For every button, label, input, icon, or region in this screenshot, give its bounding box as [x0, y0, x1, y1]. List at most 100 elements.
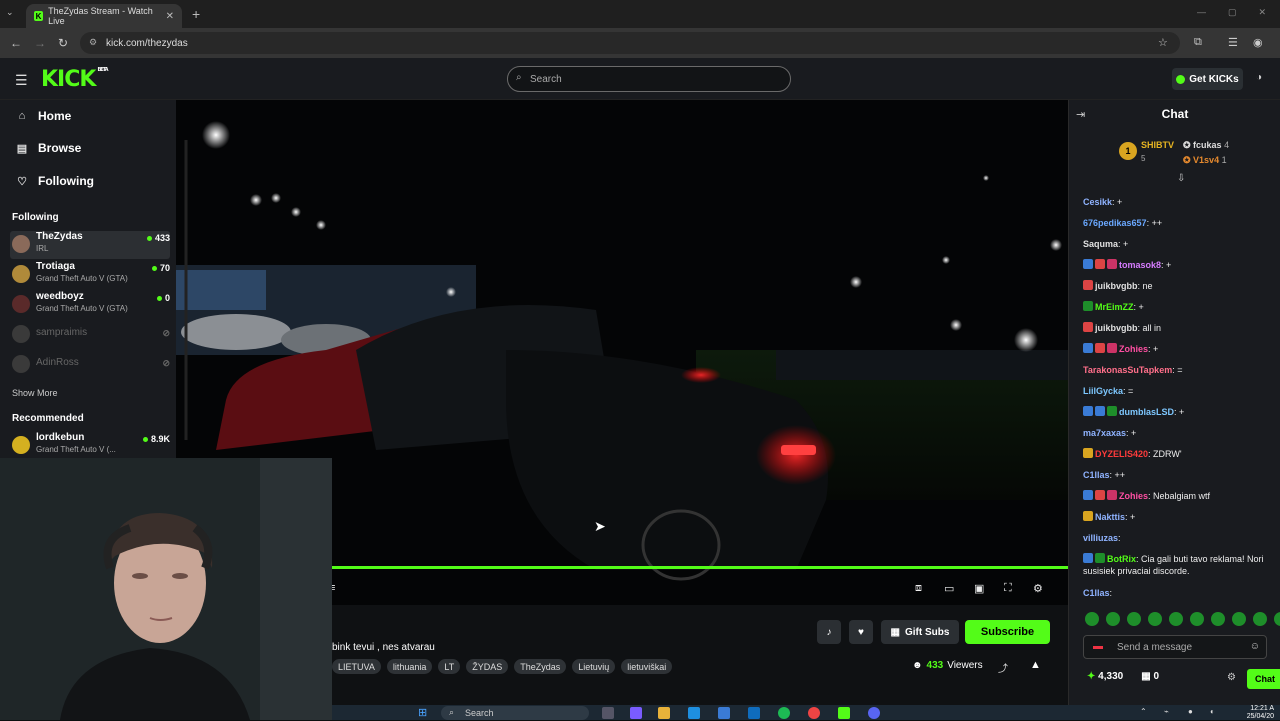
menu-icon[interactable]: ☰: [1228, 36, 1238, 49]
channel-sampraimis[interactable]: sampraimis ⊘: [10, 321, 170, 349]
chat-username[interactable]: LiilGycka: [1083, 386, 1123, 396]
task-view-icon[interactable]: [602, 707, 614, 719]
nav-browse[interactable]: ▤ Browse: [16, 141, 82, 155]
emote-icon[interactable]: [1253, 612, 1267, 626]
minimize-icon[interactable]: —: [1197, 7, 1206, 18]
chat-username[interactable]: tomasok8: [1119, 260, 1161, 270]
taskbar-search[interactable]: ⌕ Search: [441, 706, 589, 720]
channel-points[interactable]: ✦ 4,330: [1087, 671, 1123, 682]
network-icon[interactable]: ⌁: [1164, 707, 1169, 716]
channel-lordkebun[interactable]: lordkebun Grand Theft Auto V (... 8.9K: [10, 432, 170, 460]
search-input[interactable]: ⌕ Search: [507, 66, 791, 92]
kick-logo[interactable]: KICK BETA: [41, 67, 109, 92]
pip-icon[interactable]: ▣: [974, 582, 984, 595]
reload-icon[interactable]: ↻: [58, 36, 68, 50]
close-tab-icon[interactable]: ✕: [166, 11, 174, 22]
channel-trotiaga[interactable]: Trotiaga Grand Theft Auto V (GTA) 70: [10, 261, 170, 289]
channel-adinross[interactable]: AdinRoss ⊘: [10, 351, 170, 379]
chat-username[interactable]: Nakttis: [1095, 512, 1125, 522]
nav-following[interactable]: ♡ Following: [16, 174, 94, 188]
chat-username[interactable]: C1llas: [1083, 588, 1110, 598]
emote-icon[interactable]: [1106, 612, 1120, 626]
hamburger-menu-icon[interactable]: ☰: [15, 72, 28, 89]
send-chat-button[interactable]: Chat: [1247, 669, 1280, 689]
chat-input[interactable]: ▬ Send a message ☺: [1083, 635, 1267, 659]
tag[interactable]: LT: [438, 659, 461, 674]
chat-username[interactable]: MrEimZZ: [1095, 302, 1134, 312]
theater-icon[interactable]: ▭: [944, 582, 954, 595]
emote-icon[interactable]: [1169, 612, 1183, 626]
chat-username[interactable]: Cesikk: [1083, 197, 1112, 207]
chat-username[interactable]: C1llas: [1083, 470, 1110, 480]
chat-username[interactable]: juikbvgbb: [1095, 281, 1138, 291]
chat-username[interactable]: juikbvgbb: [1095, 323, 1138, 333]
tag[interactable]: ŽYDAS: [466, 659, 509, 674]
volume-icon[interactable]: ◐: [1210, 707, 1215, 716]
emote-icon[interactable]: [1232, 612, 1246, 626]
new-tab-button[interactable]: +: [192, 6, 200, 22]
share-icon[interactable]: ⤴: [998, 660, 1008, 675]
browser-tab[interactable]: K TheZydas Stream - Watch Live ✕: [26, 4, 182, 28]
nav-home[interactable]: ⌂ Home: [16, 109, 72, 123]
clip-icon[interactable]: ⧈: [915, 582, 922, 595]
forward-icon[interactable]: →: [34, 36, 46, 50]
spotify-icon[interactable]: [778, 707, 790, 719]
store-icon[interactable]: [718, 707, 730, 719]
user-menu-icon[interactable]: ◑: [1256, 72, 1262, 83]
chat-settings-icon[interactable]: ⚙: [1227, 672, 1236, 683]
chat-username[interactable]: DYZELIS420: [1095, 449, 1148, 459]
chat-username[interactable]: villiuzas: [1083, 533, 1118, 543]
emote-icon[interactable]: [1274, 612, 1280, 626]
tag[interactable]: lietuviškai: [621, 659, 673, 674]
tray-overflow-icon[interactable]: ⌃: [1140, 707, 1147, 716]
expand-leaderboard-icon[interactable]: ⇩: [1177, 173, 1185, 184]
subscribe-button[interactable]: Subscribe: [965, 620, 1050, 644]
profile-icon[interactable]: ◉: [1253, 36, 1263, 49]
file-explorer-icon[interactable]: [658, 707, 670, 719]
url-field[interactable]: ⚙ kick.com/thezydas: [80, 32, 1180, 54]
microphone-icon[interactable]: ●: [1188, 707, 1193, 716]
chat-username[interactable]: Saquma: [1083, 239, 1118, 249]
copilot-icon[interactable]: [630, 707, 642, 719]
gift-subs-button[interactable]: ▦ Gift Subs: [881, 620, 959, 644]
windows-start-icon[interactable]: ⊞: [418, 706, 427, 719]
channel-weedboyz[interactable]: weedboyz Grand Theft Auto V (GTA) 0: [10, 291, 170, 319]
get-kicks-button[interactable]: Get KICKs: [1172, 68, 1243, 90]
chat-username[interactable]: BotRix: [1107, 554, 1136, 564]
edge-icon[interactable]: [688, 707, 700, 719]
emote-icon[interactable]: [1190, 612, 1204, 626]
chat-username[interactable]: dumblasLSD: [1119, 407, 1174, 417]
settings-gear-icon[interactable]: ⚙: [1033, 582, 1043, 595]
show-more-link[interactable]: Show More: [12, 388, 58, 398]
extensions-icon[interactable]: ⧉: [1194, 36, 1202, 49]
tag[interactable]: Lietuvių: [572, 659, 616, 674]
back-icon[interactable]: ←: [10, 36, 22, 50]
tag[interactable]: TheZydas: [514, 659, 567, 674]
mail-icon[interactable]: [748, 707, 760, 719]
tag[interactable]: LIETUVA: [332, 659, 381, 674]
emote-icon[interactable]: [1148, 612, 1162, 626]
bookmark-star-icon[interactable]: ☆: [1158, 36, 1168, 49]
chat-username[interactable]: Zohies: [1119, 344, 1148, 354]
tag[interactable]: lithuania: [386, 659, 433, 674]
maximize-icon[interactable]: ▢: [1228, 7, 1237, 18]
chat-username[interactable]: TarakonasSuTapkem: [1083, 365, 1172, 375]
chat-username[interactable]: ma7xaxas: [1083, 428, 1126, 438]
notification-bell-button[interactable]: ♪: [817, 620, 841, 644]
fullscreen-icon[interactable]: ⛶: [1004, 582, 1012, 595]
tab-list-icon[interactable]: ⌄: [6, 7, 14, 18]
emote-icon[interactable]: [1127, 612, 1141, 626]
follow-heart-button[interactable]: ♥: [849, 620, 873, 644]
emoji-picker-icon[interactable]: ☺: [1250, 641, 1260, 652]
top-gifter-name[interactable]: SHIBTV: [1141, 140, 1174, 150]
close-window-icon[interactable]: ✕: [1258, 7, 1266, 18]
site-info-icon[interactable]: ⚙: [89, 37, 97, 48]
stream-progress-bar[interactable]: [332, 566, 1068, 569]
emote-icon[interactable]: [1211, 612, 1225, 626]
gift-count[interactable]: ▦ 0: [1141, 671, 1159, 682]
channel-thezydas[interactable]: TheZydas IRL 433: [10, 231, 170, 259]
emote-icon[interactable]: [1085, 612, 1099, 626]
kick-app-icon[interactable]: [838, 707, 850, 719]
system-clock[interactable]: 12:21 A 25/04/20: [1247, 705, 1274, 721]
chat-username[interactable]: 676pedikas657: [1083, 218, 1147, 228]
